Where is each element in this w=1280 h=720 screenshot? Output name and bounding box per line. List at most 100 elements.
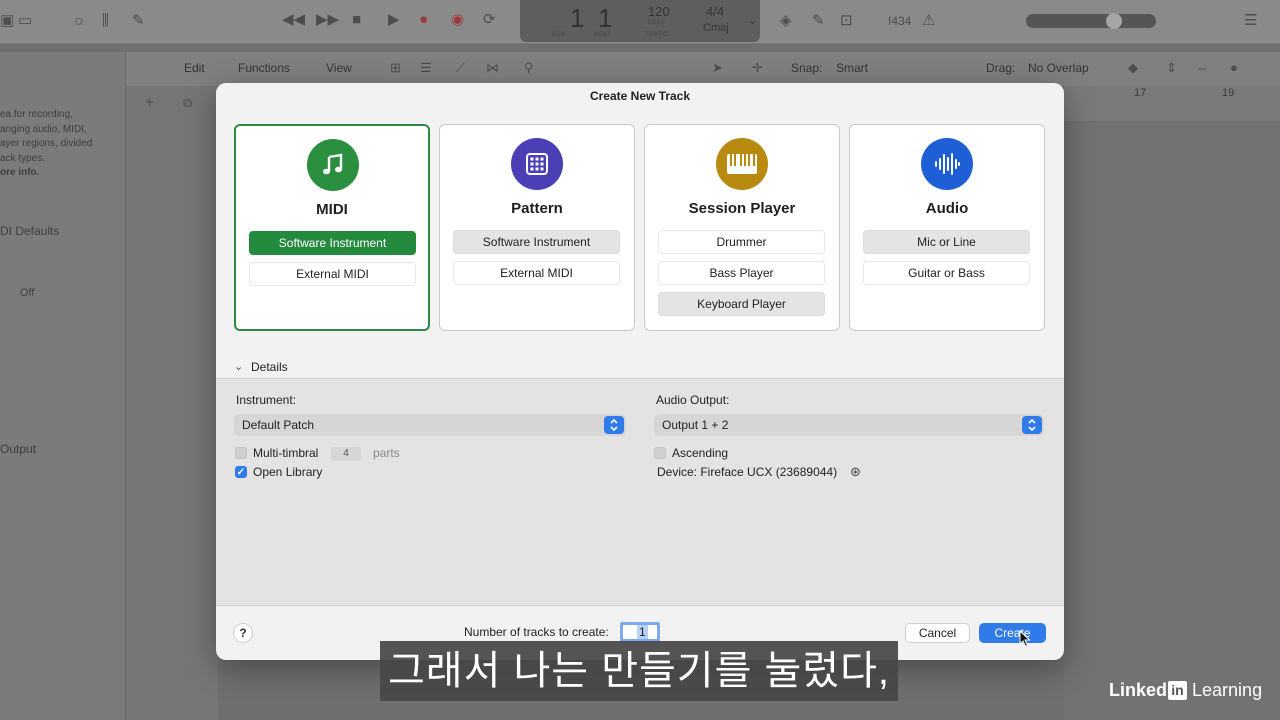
more-info-link[interactable]: ore info. <box>0 166 92 181</box>
rewind-icon[interactable]: ◀◀ <box>282 10 305 30</box>
option-software-instrument[interactable]: Software Instrument <box>453 230 620 254</box>
help-line: ea for recording, <box>0 109 73 120</box>
lcd-time-signature: 4/4 <box>706 4 725 19</box>
help-button[interactable]: ? <box>233 623 253 643</box>
ruler[interactable]: 17 19 <box>1064 86 1280 122</box>
help-line: ayer regions, divided <box>0 138 93 149</box>
open-library-checkbox[interactable]: ✓ <box>235 466 247 478</box>
io-label: Ι434 <box>888 14 912 28</box>
library-icon[interactable]: ▣ <box>0 11 14 31</box>
view-menu[interactable]: View <box>326 61 352 75</box>
lcd-beat-caption: BEAT <box>594 32 611 38</box>
volume-knob[interactable] <box>1106 13 1122 29</box>
duplicate-track-icon[interactable]: ⧉ <box>183 93 192 113</box>
music-note-icon <box>307 139 359 191</box>
cycle-icon[interactable]: ⟳ <box>483 10 496 30</box>
option-external-midi[interactable]: External MIDI <box>453 261 620 285</box>
play-icon[interactable]: ▶ <box>388 10 400 30</box>
chevron-down-icon[interactable]: ⌄ <box>748 14 757 27</box>
drag-value[interactable]: No Overlap <box>1028 61 1089 75</box>
subtitle-caption: 그래서 나는 만들기를 눌렀다, <box>380 641 898 701</box>
tuner-icon[interactable]: ◈ <box>780 11 792 31</box>
create-button[interactable]: Create <box>979 623 1046 643</box>
more-icon[interactable]: ● <box>1230 58 1238 78</box>
cancel-button[interactable]: Cancel <box>905 623 970 643</box>
option-guitar-or-bass[interactable]: Guitar or Bass <box>863 261 1030 285</box>
ascending-label: Ascending <box>672 446 729 460</box>
instrument-popup[interactable]: Default Patch <box>234 414 626 436</box>
pointer-tool-icon[interactable]: ➤ <box>712 58 723 78</box>
instrument-label: Instrument: <box>236 393 297 407</box>
track-type-card-pattern[interactable]: Pattern Software Instrument External MID… <box>439 124 635 331</box>
mixer-icon[interactable]: ⫼ <box>102 11 109 31</box>
snap-value[interactable]: Smart <box>836 61 868 75</box>
lcd-beat: 1 <box>598 3 613 33</box>
parts-label: parts <box>373 446 400 460</box>
fast-forward-icon[interactable]: ▶▶ <box>316 10 339 30</box>
details-toggle[interactable]: Details <box>251 360 288 374</box>
arrow-circle-icon[interactable]: ⊛ <box>850 464 861 480</box>
option-drummer[interactable]: Drummer <box>658 230 825 254</box>
instrument-value: Default Patch <box>242 418 315 432</box>
option-bass-player[interactable]: Bass Player <box>658 261 825 285</box>
capture-record-icon[interactable]: ◉ <box>451 10 464 30</box>
lcd-key: Cmaj <box>703 22 729 34</box>
chevron-down-icon[interactable]: ⌄ <box>234 360 243 373</box>
vertical-zoom-icon[interactable]: ⇕ <box>1166 58 1177 78</box>
ruler-mark-19: 19 <box>1222 87 1235 99</box>
pencil-icon[interactable]: ✎ <box>812 11 825 31</box>
details-panel: Instrument: Default Patch Multi-timbral … <box>216 378 1064 606</box>
ruler-mark-17: 17 <box>1134 87 1147 99</box>
tracks-count-label: Number of tracks to create: <box>464 625 609 639</box>
option-keyboard-player[interactable]: Keyboard Player <box>658 292 825 316</box>
tracks-count-input[interactable]: 1 <box>620 622 660 642</box>
output-heading: Output <box>0 442 37 456</box>
waveform-zoom-icon[interactable]: ◆ <box>1128 58 1138 78</box>
inspector-icon[interactable]: ▭ <box>18 11 32 31</box>
list-view-icon[interactable]: ☰ <box>420 58 432 78</box>
off-value[interactable]: Off <box>20 286 34 301</box>
track-type-card-audio[interactable]: Audio Mic or Line Guitar or Bass <box>849 124 1045 331</box>
lcd-display[interactable]: 1 1 BAR BEAT 120 KEEP TEMPO 4/4 Cmaj ⌄ <box>520 0 760 42</box>
editors-icon[interactable]: ✎ <box>132 11 145 31</box>
audio-output-popup[interactable]: Output 1 + 2 <box>654 414 1044 436</box>
option-mic-or-line[interactable]: Mic or Line <box>863 230 1030 254</box>
updown-chevron-icon <box>1022 416 1042 434</box>
flex-icon[interactable]: ⋈ <box>486 58 499 78</box>
logo-in: in <box>1168 681 1188 700</box>
grid-view-icon[interactable]: ⊞ <box>390 58 401 78</box>
horizontal-zoom-icon[interactable]: ⇔ <box>1196 58 1209 78</box>
create-new-track-dialog: Create New Track MIDI Software Instrumen… <box>216 83 1064 660</box>
automation-icon[interactable]: ⟋ <box>456 58 465 78</box>
count-in-icon[interactable]: ⊡ <box>840 11 853 31</box>
stop-icon[interactable]: ■ <box>352 10 361 30</box>
track-type-card-session-player[interactable]: Session Player Drummer Bass Player Keybo… <box>644 124 840 331</box>
crosshair-tool-icon[interactable]: ✛ <box>752 58 763 78</box>
add-track-icon[interactable]: + <box>145 93 154 113</box>
audio-output-value: Output 1 + 2 <box>662 418 729 432</box>
record-icon[interactable]: ● <box>419 10 428 30</box>
mouse-cursor-icon <box>1019 630 1031 648</box>
option-software-instrument[interactable]: Software Instrument <box>249 231 416 255</box>
drag-label: Drag: <box>986 61 1016 75</box>
catch-icon[interactable]: ⚲ <box>524 58 534 78</box>
open-library-label: Open Library <box>253 465 323 479</box>
ascending-checkbox[interactable] <box>654 447 666 459</box>
updown-chevron-icon <box>604 416 624 434</box>
multitimbral-parts-stepper[interactable]: 4 <box>331 447 361 461</box>
track-type-card-midi[interactable]: MIDI Software Instrument External MIDI <box>234 124 430 331</box>
help-line: anging audio, MIDI, <box>0 123 87 135</box>
functions-menu[interactable]: Functions <box>238 61 290 75</box>
edit-menu[interactable]: Edit <box>184 61 205 75</box>
master-volume-slider[interactable] <box>1026 14 1156 28</box>
warning-icon[interactable]: ⚠ <box>922 11 935 31</box>
list-editors-icon[interactable]: ☰ <box>1244 11 1257 31</box>
smart-controls-icon[interactable]: ☼ <box>72 11 86 31</box>
track-header-area <box>126 86 218 720</box>
option-external-midi[interactable]: External MIDI <box>249 262 416 286</box>
control-bar: ▣ ▭ ☼ ⫼ ✎ ◀◀ ▶▶ ■ ▶ ● ◉ ⟳ 1 1 BAR BEAT 1… <box>0 0 1280 44</box>
multitimbral-checkbox[interactable] <box>235 447 247 459</box>
piano-keys-icon <box>716 138 768 190</box>
lcd-tempo-caption: TEMPO <box>645 32 668 38</box>
device-label: Device: Fireface UCX (23689044) <box>657 465 838 479</box>
